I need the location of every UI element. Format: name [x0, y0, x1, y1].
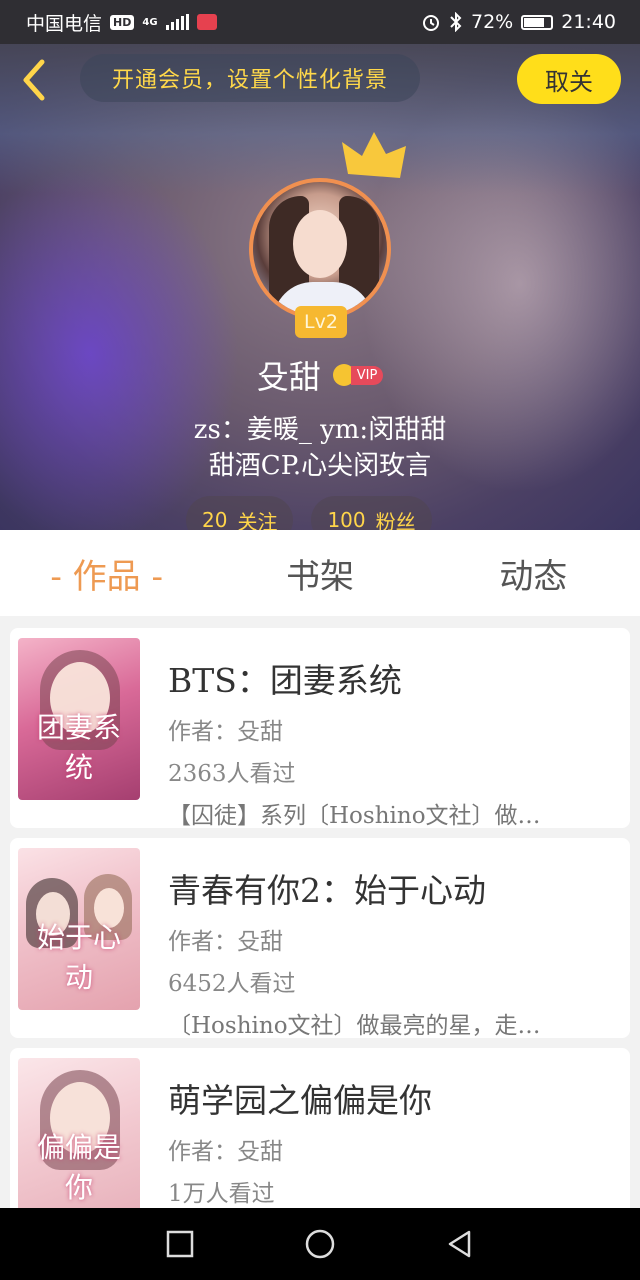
chevron-left-icon: [23, 59, 45, 101]
book-author: 作者：殳甜: [168, 1139, 283, 1165]
home-button[interactable]: [300, 1224, 340, 1264]
circle-icon: [305, 1229, 335, 1259]
tab-activity[interactable]: 动态: [427, 549, 640, 598]
triangle-back-icon: [448, 1230, 471, 1258]
battery-percent: 72%: [471, 11, 514, 33]
vip-badge: VIP: [332, 364, 384, 386]
profile-bio: zs：姜暖_ ym:闵甜甜 甜酒CP.心尖闵玫言: [0, 412, 640, 484]
book-description: 〔Hoshino文社〕做最亮的星，走…: [168, 1013, 541, 1039]
crown-icon: [342, 132, 406, 178]
list-item[interactable]: 团妻系统 BTS：团妻系统 作者：殳甜 2363人看过 【囚徒】系列〔Hoshi…: [10, 628, 630, 829]
book-cover: 团妻系统: [18, 638, 140, 800]
book-cover: 偏偏是你: [18, 1058, 140, 1220]
square-icon: [166, 1230, 194, 1258]
recents-button[interactable]: [160, 1224, 200, 1264]
hd-icon: HD: [110, 14, 135, 30]
bio-line: zs：姜暖_ ym:闵甜甜: [193, 415, 447, 445]
tab-bookshelf[interactable]: 书架: [213, 549, 426, 598]
system-nav-bar: [0, 1208, 640, 1280]
alarm-icon: [423, 15, 439, 31]
clock: 21:40: [561, 11, 616, 33]
username-row: 殳甜 VIP: [0, 352, 640, 398]
book-description: 【囚徒】系列〔Hoshino文社〕做…: [168, 803, 541, 829]
app-notification-icon: [196, 14, 217, 30]
tab-works[interactable]: - 作品 -: [0, 549, 213, 598]
battery-icon: [521, 14, 554, 30]
book-views: 1万人看过: [168, 1181, 275, 1207]
book-views: 2363人看过: [168, 761, 296, 787]
book-title: BTS：团妻系统: [168, 661, 402, 700]
username: 殳甜: [256, 358, 321, 396]
following-count: 20: [202, 508, 228, 532]
network-type-label: 4G: [142, 16, 158, 28]
unfollow-button[interactable]: 取关: [517, 54, 621, 104]
fans-count: 100: [327, 508, 366, 532]
book-title: 青春有你2：始于心动: [168, 871, 486, 910]
signal-icon: [165, 14, 189, 30]
back-button[interactable]: [16, 58, 56, 102]
book-cover: 始于心动: [18, 848, 140, 1010]
back-nav-button[interactable]: [440, 1224, 480, 1264]
book-author: 作者：殳甜: [168, 719, 283, 745]
vip-background-banner[interactable]: 开通会员，设置个性化背景: [80, 54, 420, 102]
bio-line: 甜酒CP.心尖闵玫言: [208, 451, 432, 481]
level-badge: Lv2: [295, 306, 347, 338]
avatar[interactable]: [249, 178, 391, 320]
book-author: 作者：殳甜: [168, 929, 283, 955]
bluetooth-icon: [450, 12, 462, 32]
book-title: 萌学园之偏偏是你: [168, 1081, 432, 1120]
status-bar: 中国电信 HD 4G 72% 21:40: [0, 0, 640, 44]
list-item[interactable]: 始于心动 青春有你2：始于心动 作者：殳甜 6452人看过 〔Hoshino文社…: [10, 838, 630, 1039]
book-views: 6452人看过: [168, 971, 296, 997]
carrier-label: 中国电信: [26, 12, 103, 35]
profile-tabs: - 作品 - 书架 动态: [0, 530, 640, 616]
